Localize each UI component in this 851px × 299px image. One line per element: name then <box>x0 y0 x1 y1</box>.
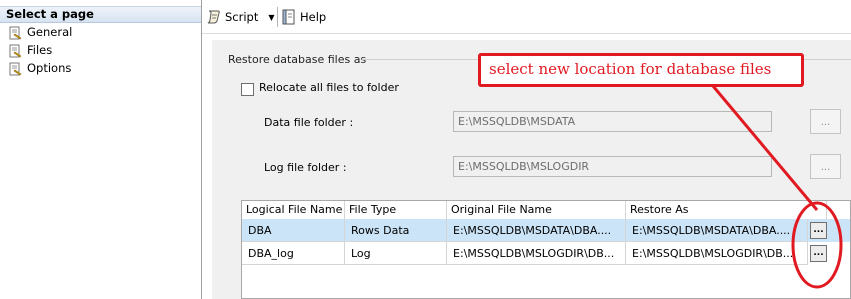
column-header-restore-as[interactable]: Restore As <box>626 201 827 219</box>
page-selector-panel: Select a page General Files Options <box>0 0 202 299</box>
column-header-original-file[interactable]: Original File Name <box>447 201 626 219</box>
help-book-icon <box>282 9 295 25</box>
cell-restore-as[interactable]: E:\MSSQLDB\MSLOGDIR\DB... <box>626 242 808 265</box>
sidebar-item-label: Files <box>27 43 53 57</box>
files-page: Script ▼ Help Restore database files as … <box>202 0 851 299</box>
sidebar-item-label: Options <box>27 61 72 75</box>
column-header-logical-name[interactable]: Logical File Name <box>242 201 345 219</box>
sidebar-item-label: General <box>27 25 73 39</box>
help-button[interactable]: Help <box>282 8 326 26</box>
relocate-label: Relocate all files to folder <box>259 81 399 94</box>
script-icon <box>207 10 220 24</box>
section-title: Restore database files as <box>228 53 367 66</box>
column-header-file-type[interactable]: File Type <box>345 201 447 219</box>
restore-database-dialog: Select a page General Files Options Scri… <box>0 0 851 299</box>
restore-as-browse-button[interactable]: ... <box>810 245 827 262</box>
log-folder-browse-button[interactable]: ... <box>810 154 841 179</box>
sidebar-item-general[interactable]: General <box>8 24 72 41</box>
data-folder-browse-button[interactable]: ... <box>810 109 841 134</box>
cell-logical-name: DBA_log <box>242 242 345 265</box>
cell-original-file: E:\MSSQLDB\MSDATA\DBA.... <box>447 219 626 242</box>
log-folder-field[interactable]: E:\MSSQLDB\MSLOGDIR <box>453 156 772 177</box>
table-row[interactable]: DBA_log Log E:\MSSQLDB\MSLOGDIR\DB... E:… <box>242 242 850 265</box>
help-label: Help <box>300 10 327 24</box>
script-label: Script <box>225 10 259 24</box>
toolbar-separator <box>277 7 278 27</box>
annotation-callout: select new location for database files <box>478 53 804 87</box>
sidebar-item-options[interactable]: Options <box>8 60 71 77</box>
script-button[interactable]: Script ▼ <box>206 8 275 26</box>
cell-restore-as[interactable]: E:\MSSQLDB\MSDATA\DBA.... <box>626 219 808 242</box>
select-page-header: Select a page <box>0 6 201 23</box>
grid-header: Logical File Name File Type Original Fil… <box>242 201 850 220</box>
relocate-checkbox[interactable] <box>241 83 254 96</box>
sidebar-item-files[interactable]: Files <box>8 42 52 59</box>
table-row[interactable]: DBA Rows Data E:\MSSQLDB\MSDATA\DBA.... … <box>242 219 850 242</box>
files-grid: Logical File Name File Type Original Fil… <box>241 200 851 299</box>
log-folder-label: Log file folder : <box>264 161 347 174</box>
cell-file-type: Rows Data <box>345 219 447 242</box>
data-folder-label: Data file folder : <box>264 116 354 129</box>
cell-logical-name: DBA <box>242 219 345 242</box>
toolbar: Script ▼ Help <box>202 0 851 34</box>
page-wrench-icon <box>9 62 22 75</box>
cell-original-file: E:\MSSQLDB\MSLOGDIR\DB... <box>447 242 626 265</box>
chevron-down-icon[interactable]: ▼ <box>268 13 274 22</box>
data-folder-field[interactable]: E:\MSSQLDB\MSDATA <box>453 111 772 132</box>
cell-file-type: Log <box>345 242 447 265</box>
page-wrench-icon <box>9 26 22 39</box>
page-wrench-icon <box>9 44 22 57</box>
annotation-text: select new location for database files <box>489 60 772 78</box>
restore-as-browse-button[interactable]: ... <box>810 222 827 239</box>
